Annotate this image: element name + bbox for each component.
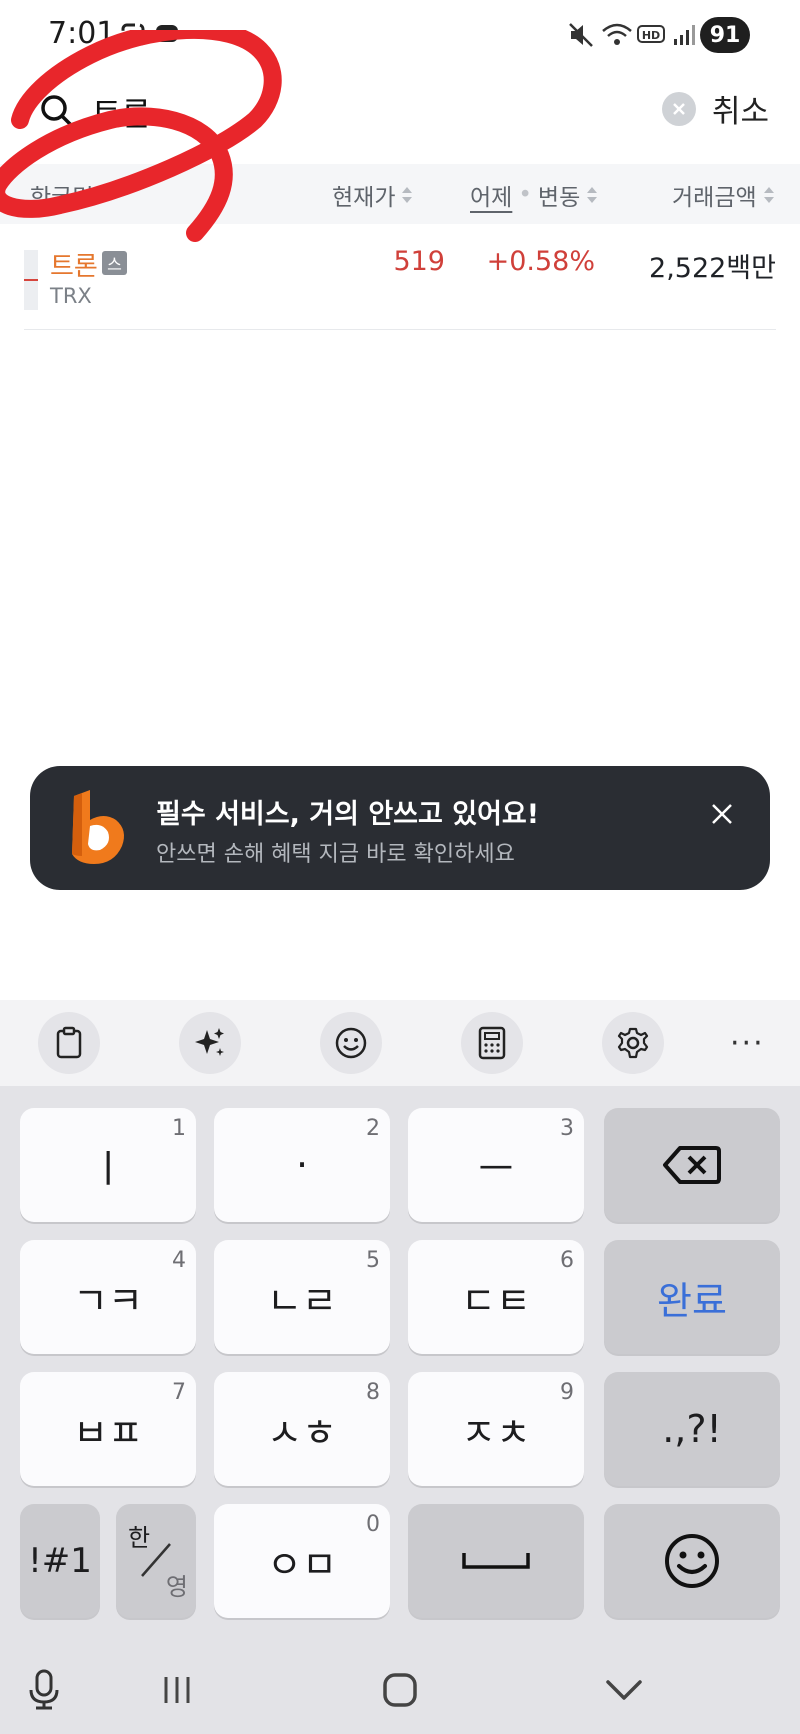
key-number: 1 bbox=[172, 1116, 186, 1141]
key-d-t[interactable]: ㄷㅌ 6 bbox=[408, 1240, 584, 1354]
key-number: 9 bbox=[560, 1380, 574, 1405]
key-number: 0 bbox=[366, 1512, 380, 1537]
change-basis-toggle[interactable]: 어제 bbox=[470, 178, 512, 212]
header-price-label: 현재가 bbox=[332, 185, 396, 211]
header-change[interactable]: 어제 • 변동 bbox=[470, 178, 598, 212]
punctuation-key[interactable]: .,?! bbox=[604, 1372, 780, 1486]
punctuation-label: .,?! bbox=[662, 1407, 722, 1451]
battery-indicator: 91 bbox=[700, 17, 750, 53]
key-number: 6 bbox=[560, 1248, 574, 1273]
signal-icon bbox=[670, 20, 698, 50]
sort-icon bbox=[401, 185, 413, 205]
clear-icon[interactable] bbox=[662, 92, 696, 126]
key-number: 4 bbox=[172, 1248, 186, 1273]
key-label: ㅡ bbox=[478, 1146, 514, 1191]
key-number: 7 bbox=[172, 1380, 186, 1405]
key-label: ㄴㄹ bbox=[267, 1278, 337, 1323]
hd-icon: HD bbox=[636, 20, 666, 50]
key-eu[interactable]: ㅡ 3 bbox=[408, 1108, 584, 1222]
space-key[interactable] bbox=[408, 1504, 584, 1618]
caution-badge: 스 bbox=[102, 251, 127, 275]
backspace-key[interactable] bbox=[604, 1108, 780, 1222]
wifi-icon bbox=[600, 20, 634, 50]
key-number: 8 bbox=[366, 1380, 380, 1405]
red-circle-annotation bbox=[0, 30, 282, 242]
key-dot[interactable]: · 2 bbox=[214, 1108, 390, 1222]
home-icon[interactable] bbox=[378, 1668, 422, 1712]
done-label: 완료 bbox=[657, 1278, 727, 1323]
sparkle-icon[interactable] bbox=[179, 1012, 241, 1074]
settings-icon[interactable] bbox=[602, 1012, 664, 1074]
keyboard-toolbar bbox=[0, 1000, 800, 1086]
emoji-key[interactable] bbox=[604, 1504, 780, 1618]
banner-subtitle: 안쓰면 손해 혜택 지금 바로 확인하세요 bbox=[156, 842, 515, 867]
key-label: ㅈㅊ bbox=[461, 1410, 531, 1455]
key-n-r[interactable]: ㄴㄹ 5 bbox=[214, 1240, 390, 1354]
language-toggle-key[interactable]: 한 영 bbox=[116, 1504, 196, 1618]
header-volume-label: 거래금액 bbox=[672, 185, 757, 211]
keypad-icon[interactable] bbox=[461, 1012, 523, 1074]
key-label: ㄱㅋ bbox=[73, 1278, 143, 1323]
key-label: ㅂㅍ bbox=[73, 1410, 143, 1455]
mute-icon bbox=[566, 20, 596, 50]
backspace-icon bbox=[663, 1146, 721, 1184]
key-g-k[interactable]: ㄱㅋ 4 bbox=[20, 1240, 196, 1354]
key-number: 5 bbox=[366, 1248, 380, 1273]
banner-title: 필수 서비스, 거의 안쓰고 있어요! bbox=[156, 799, 540, 830]
symbols-key[interactable]: !#1 bbox=[20, 1504, 100, 1618]
key-label: ㅣ bbox=[90, 1146, 126, 1191]
header-change-label: 변동 bbox=[537, 185, 581, 211]
separator-dot: • bbox=[518, 182, 532, 208]
cancel-button[interactable]: 취소 bbox=[712, 86, 769, 131]
key-b-p[interactable]: ㅂㅍ 7 bbox=[20, 1372, 196, 1486]
key-j-ch[interactable]: ㅈㅊ 9 bbox=[408, 1372, 584, 1486]
header-volume[interactable]: 거래금액 bbox=[672, 178, 775, 212]
close-icon[interactable] bbox=[704, 796, 740, 832]
key-number: 2 bbox=[366, 1116, 380, 1141]
coin-change: +0.58% bbox=[486, 246, 595, 277]
key-number: 3 bbox=[560, 1116, 574, 1141]
sort-icon bbox=[763, 185, 775, 205]
coin-volume: 2,522백만 bbox=[649, 253, 776, 284]
lang-english-label: 영 bbox=[165, 1573, 188, 1601]
emoji-icon bbox=[665, 1534, 719, 1588]
key-s-h[interactable]: ㅅㅎ 8 bbox=[214, 1372, 390, 1486]
symbols-label: !#1 bbox=[28, 1541, 92, 1581]
mini-chart-line bbox=[24, 279, 38, 281]
key-label: ㅅㅎ bbox=[267, 1410, 337, 1455]
back-chevron-icon[interactable] bbox=[602, 1668, 646, 1712]
key-o-m[interactable]: ㅇㅁ 0 bbox=[214, 1504, 390, 1618]
bithumb-logo-icon bbox=[60, 786, 130, 870]
header-price[interactable]: 현재가 bbox=[332, 178, 413, 212]
space-icon bbox=[462, 1553, 530, 1569]
emoji-icon[interactable] bbox=[320, 1012, 382, 1074]
coin-price: 519 bbox=[393, 246, 445, 277]
coin-name[interactable]: 트론 bbox=[50, 246, 98, 283]
clipboard-icon[interactable] bbox=[38, 1012, 100, 1074]
more-icon[interactable]: ··· bbox=[730, 1026, 765, 1061]
key-i[interactable]: ㅣ 1 bbox=[20, 1108, 196, 1222]
key-label: ㅇㅁ bbox=[267, 1542, 337, 1587]
done-key[interactable]: 완료 bbox=[604, 1240, 780, 1354]
recents-icon[interactable] bbox=[155, 1668, 199, 1712]
key-label: ㄷㅌ bbox=[461, 1278, 531, 1323]
key-label: · bbox=[295, 1143, 309, 1187]
svg-text:HD: HD bbox=[642, 29, 660, 42]
mic-icon[interactable] bbox=[22, 1668, 66, 1712]
sort-icon bbox=[586, 185, 598, 205]
coin-ticker: TRX bbox=[50, 284, 92, 308]
